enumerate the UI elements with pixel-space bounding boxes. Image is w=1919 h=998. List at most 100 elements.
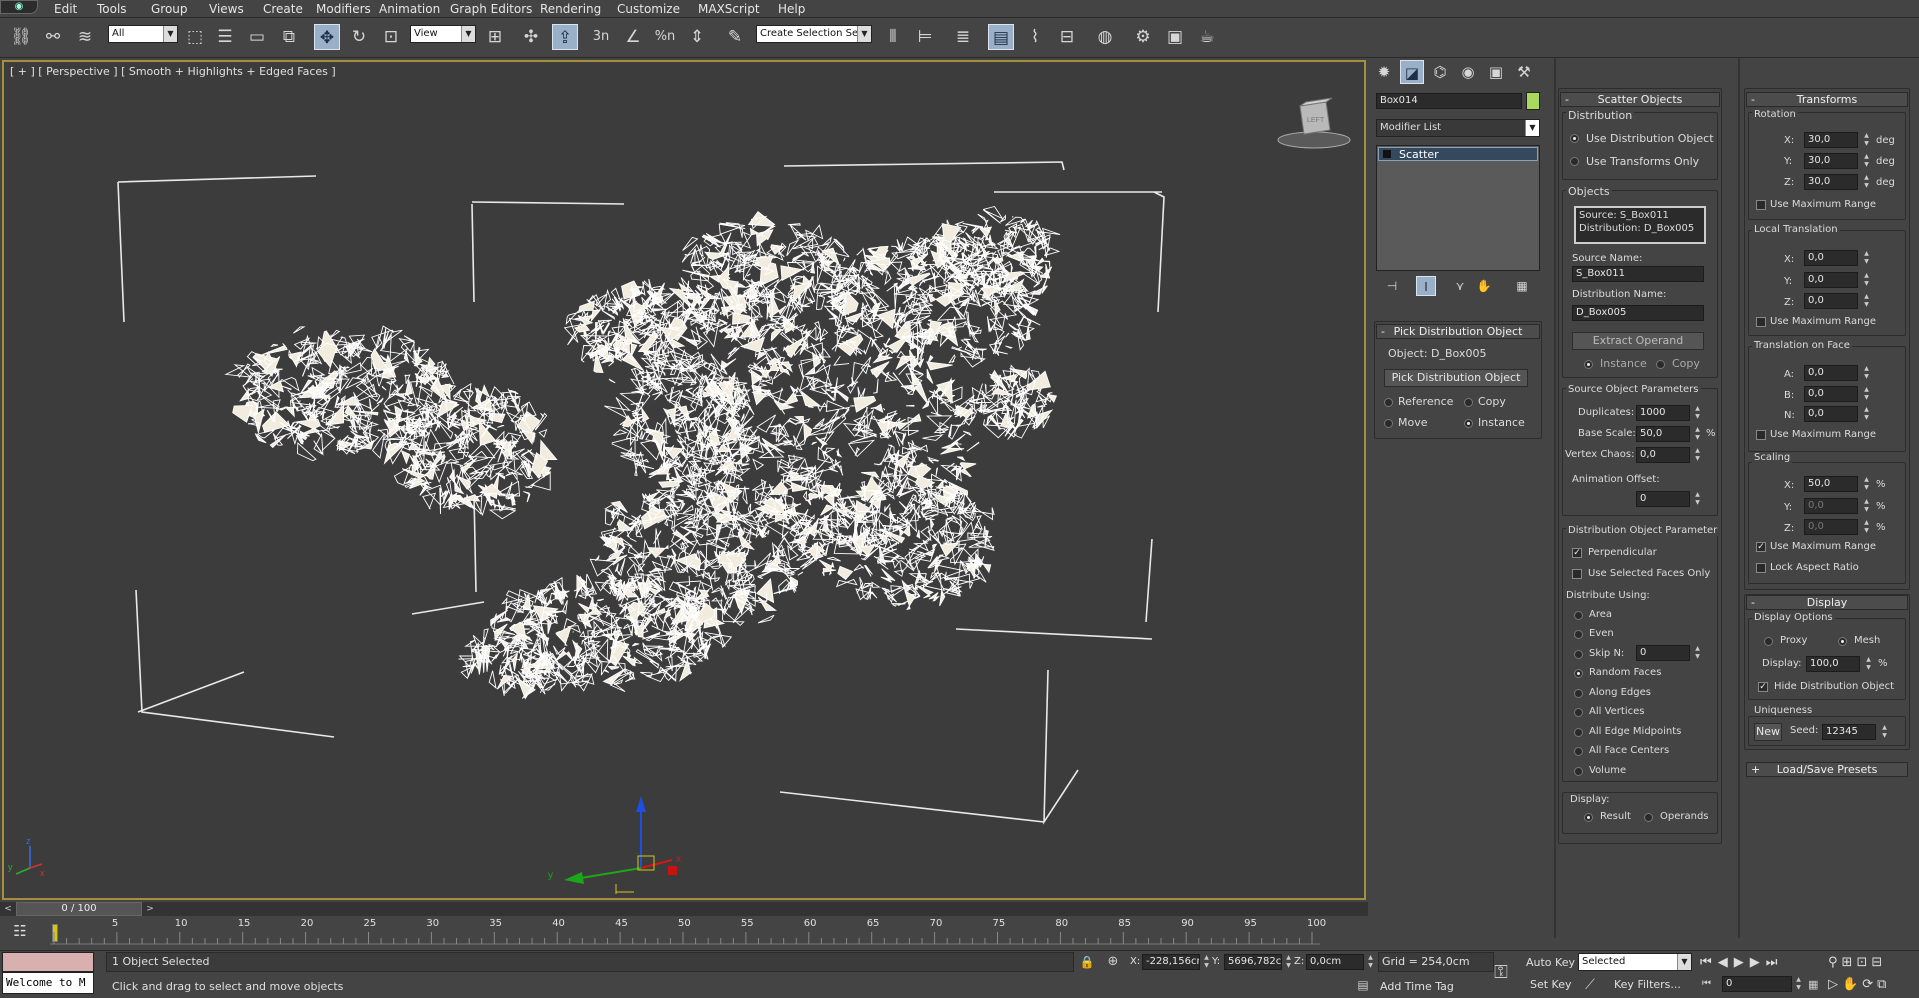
radio-area[interactable] [1574,611,1583,620]
seed-spinner-icon[interactable]: ▲ ▼ [1880,724,1889,740]
hide-distribution-checkbox[interactable]: ✓ [1758,682,1768,692]
operand-distribution-item[interactable]: Distribution: D_Box005 [1579,223,1694,234]
radio-use-distribution[interactable] [1570,134,1579,143]
vertex-chaos-spinner-icon[interactable]: ▲ ▼ [1693,447,1702,463]
tof-a-spinner-icon[interactable]: ▲ ▼ [1862,365,1871,381]
radio-extract-copy[interactable] [1656,360,1665,369]
use-selected-faces-checkbox[interactable] [1572,569,1582,579]
time-tag-icon[interactable]: ▤ [1354,976,1372,994]
duplicates-spinner-icon[interactable]: ▲ ▼ [1693,405,1702,421]
go-to-end-icon[interactable]: ⏭ [1766,955,1784,970]
menu-create[interactable]: Create [263,2,303,16]
object-name-input[interactable]: Box014 [1376,93,1522,109]
select-manipulate-icon[interactable]: ✣ [518,24,544,50]
menu-modifiers[interactable]: Modifiers [316,2,371,16]
tof-n-input[interactable]: 0,0 [1804,406,1858,422]
key-icon[interactable]: ⚿ [1486,960,1516,986]
radio-along-edges[interactable] [1574,689,1583,698]
y-coord-input[interactable]: 5696,782c [1224,954,1282,970]
sc-max-range-checkbox[interactable]: ✓ [1756,542,1766,552]
tof-b-spinner-icon[interactable]: ▲ ▼ [1862,386,1871,402]
absolute-mode-icon[interactable]: ⊕ [1104,952,1122,972]
radio-even[interactable] [1574,630,1583,639]
sc-y-input[interactable]: 0,0 [1804,498,1858,514]
rot-x-spinner-icon[interactable]: ▲ ▼ [1862,132,1871,148]
sc-y-spinner-icon[interactable]: ▲ ▼ [1862,498,1871,514]
menu-tools[interactable]: Tools [97,2,127,16]
operand-source-item[interactable]: Source: S_Box011 [1579,210,1669,221]
add-time-tag-button[interactable]: Add Time Tag [1380,980,1454,993]
prev-key-icon[interactable]: ◀ [1718,955,1734,970]
next-key-icon[interactable]: ▶ [1750,955,1766,970]
window-crossing-icon[interactable]: ⧉ [276,24,302,50]
x-coord-input[interactable]: -228,156cr [1142,954,1200,970]
modifier-list-dropdown[interactable]: Modifier List ▼ [1376,119,1540,137]
sc-z-input[interactable]: 0,0 [1804,519,1858,535]
mirror-icon[interactable]: ⫴ [880,24,906,50]
hierarchy-tab-icon[interactable]: ⌬ [1428,60,1452,84]
fov-icon[interactable]: ▷ [1828,977,1842,992]
perspective-viewport[interactable]: [ + ] [ Perspective ] [ Smooth + Highlig… [2,60,1366,900]
select-by-name-icon[interactable]: ☰ [212,24,238,50]
display-title[interactable]: - Display [1746,595,1908,610]
z-coord-spinner-icon[interactable]: ▲ ▼ [1366,954,1375,970]
stack-toggle-icon[interactable] [1383,150,1391,158]
keyboard-shortcut-icon[interactable]: ⇪ [552,24,578,50]
menu-graph-editors[interactable]: Graph Editors [450,2,532,16]
key-mode-toggle-icon[interactable]: ⏮ [1702,975,1716,993]
radio-proxy[interactable] [1764,637,1773,646]
maxscript-listener-input[interactable]: Welcome to M [2,972,94,994]
link-icon[interactable]: ⛓ [8,24,34,50]
rot-x-input[interactable]: 30,0 [1804,132,1858,148]
duplicates-input[interactable]: 1000 [1636,405,1690,421]
selection-filter-dropdown[interactable]: All ▼ [108,25,178,43]
radio-volume[interactable] [1574,767,1583,776]
maxscript-listener-pink[interactable] [2,952,94,972]
radio-reference[interactable] [1384,398,1393,407]
rot-z-input[interactable]: 30,0 [1804,174,1858,190]
mini-curve-editor-icon[interactable]: ☷ [4,920,36,942]
next-frame-icon[interactable]: > [144,902,156,916]
pan-icon[interactable]: ✋ [1842,977,1862,992]
display-tab-icon[interactable]: ▣ [1484,60,1508,84]
rendered-frame-icon[interactable]: ▣ [1162,24,1188,50]
time-config-icon[interactable]: ▦ [1808,976,1822,994]
current-frame-input[interactable]: 0 [1722,976,1792,992]
zoom-extents-icon[interactable]: ⊡ [1856,955,1871,970]
pin-stack-icon[interactable]: ⊣ [1382,276,1402,296]
current-frame-spinner-icon[interactable]: ▲ ▼ [1794,976,1803,992]
configure-sets-icon[interactable]: ▦ [1512,276,1532,296]
maximize-viewport-icon[interactable]: ⧉ [1877,977,1890,992]
radio-all-edge-midpoints[interactable] [1574,728,1583,737]
show-end-result-icon[interactable]: I [1416,276,1436,296]
display-percent-input[interactable]: 100,0 [1806,656,1860,672]
radio-use-transforms[interactable] [1570,157,1579,166]
rect-region-icon[interactable]: ▭ [244,24,270,50]
key-mode-dropdown[interactable]: Selected ▼ [1578,953,1692,971]
material-editor-icon[interactable]: ◍ [1092,24,1118,50]
menu-help[interactable]: Help [778,2,805,16]
radio-skip-n[interactable] [1574,650,1583,659]
lt-z-input[interactable]: 0,0 [1804,293,1858,309]
skip-n-spinner-icon[interactable]: ▲ ▼ [1693,645,1702,661]
z-coord-input[interactable]: 0,0cm [1306,954,1364,970]
percent-snap-icon[interactable]: %n [652,24,678,50]
key-filters-button[interactable]: Key Filters... [1614,978,1681,991]
transforms-title[interactable]: - Transforms [1746,92,1908,107]
render-setup-icon[interactable]: ⚙ [1130,24,1156,50]
menu-edit[interactable]: Edit [54,2,77,16]
lt-y-spinner-icon[interactable]: ▲ ▼ [1862,272,1871,288]
select-object-icon[interactable]: ⬚ [182,24,208,50]
rot-max-range-checkbox[interactable] [1756,200,1766,210]
make-unique-icon[interactable]: ⋎ [1450,276,1470,296]
menu-customize[interactable]: Customize [617,2,680,16]
reference-coord-dropdown[interactable]: View ▼ [410,25,476,43]
remove-modifier-icon[interactable]: ✋ [1474,276,1494,296]
time-slider-thumb[interactable]: 0 / 100 [16,902,142,916]
menu-rendering[interactable]: Rendering [540,2,601,16]
stack-item-scatter[interactable]: Scatter [1378,147,1538,161]
radio-instance[interactable] [1464,419,1473,428]
sc-z-spinner-icon[interactable]: ▲ ▼ [1862,519,1871,535]
animation-offset-spinner-icon[interactable]: ▲ ▼ [1693,491,1702,507]
utilities-tab-icon[interactable]: ⚒ [1512,60,1536,84]
